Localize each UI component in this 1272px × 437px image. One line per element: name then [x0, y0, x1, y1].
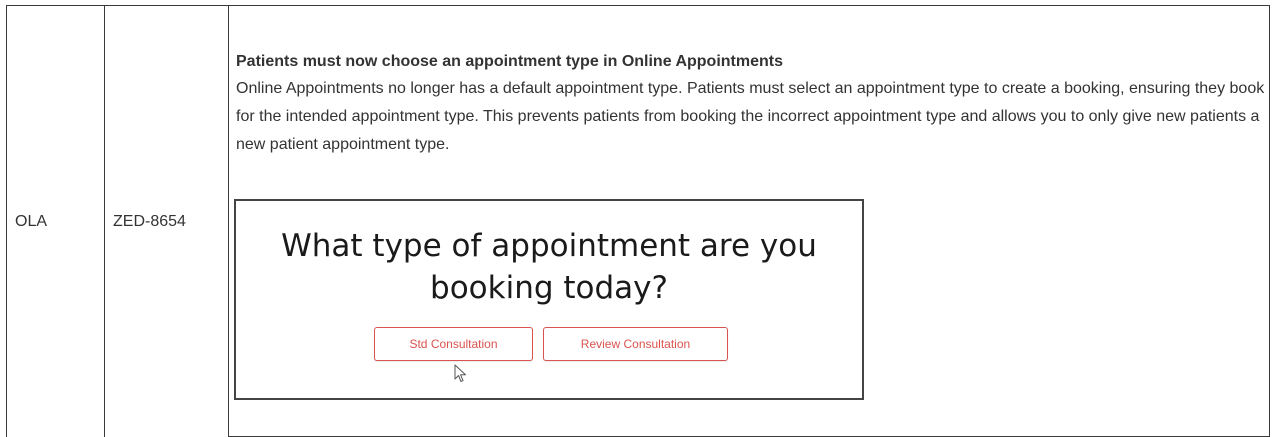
mouse-pointer-icon: [454, 364, 466, 382]
std-consultation-button[interactable]: Std Consultation: [374, 327, 533, 361]
release-notes-table: OLA ZED-8654 Patients must now choose an…: [0, 0, 1272, 437]
review-consultation-button[interactable]: Review Consultation: [543, 327, 728, 361]
feature-title: Patients must now choose an appointment …: [236, 53, 783, 70]
screenshot-heading-line2: booking today?: [430, 270, 668, 306]
appointment-type-screenshot: What type of appointment are you booking…: [234, 199, 864, 400]
table-border-top: [6, 5, 1270, 6]
column-divider: [6, 5, 7, 437]
column-divider: [104, 5, 105, 437]
feature-description: Online Appointments no longer has a defa…: [236, 80, 1265, 153]
ticket-id-cell: ZED-8654: [113, 213, 186, 230]
screenshot-heading: What type of appointment are you booking…: [236, 225, 862, 309]
product-cell: OLA: [15, 213, 48, 230]
description-cell: Patients must now choose an appointment …: [236, 49, 1266, 159]
screenshot-heading-line1: What type of appointment are you: [281, 228, 817, 264]
column-divider: [228, 5, 229, 437]
table-border-right: [1269, 5, 1270, 437]
